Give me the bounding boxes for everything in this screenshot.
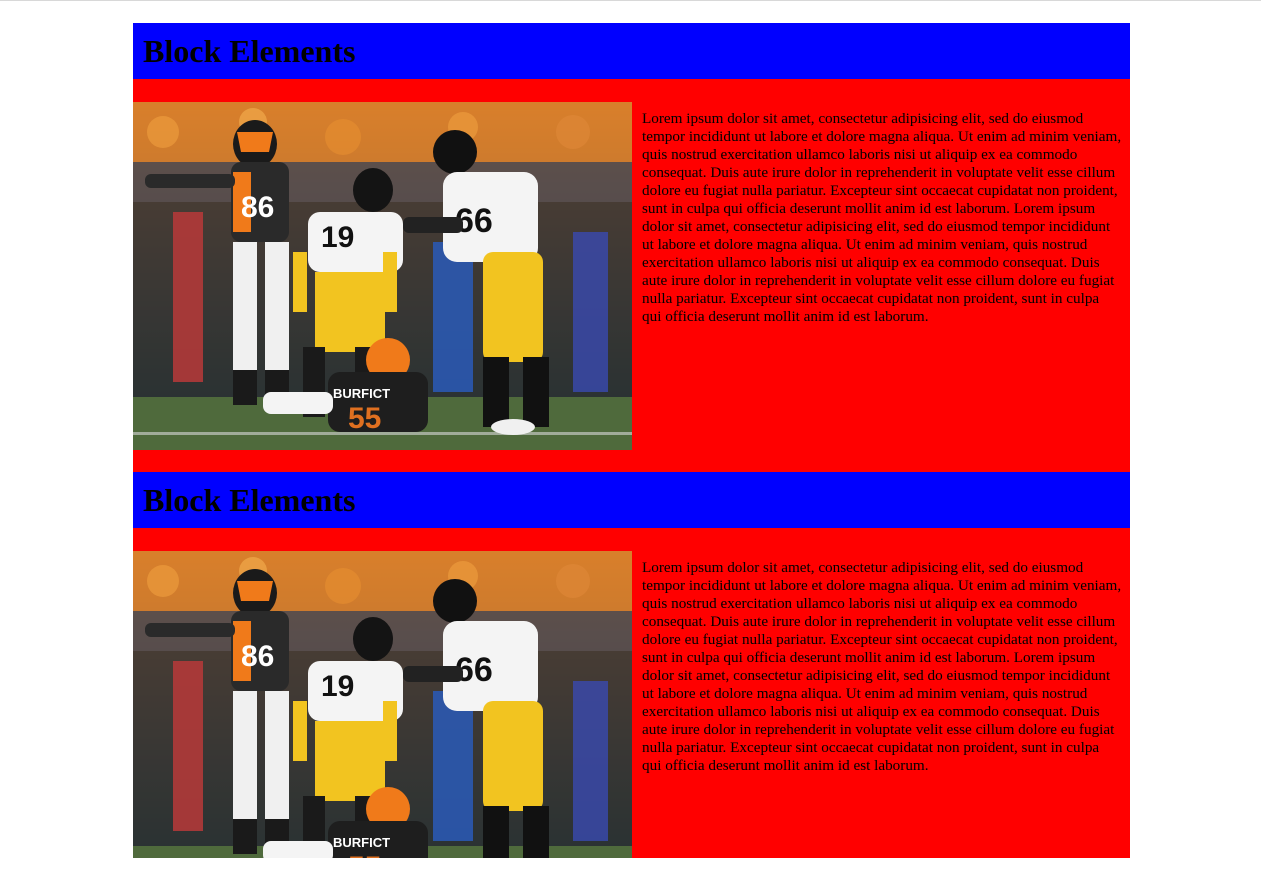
jersey-number: 19: [321, 670, 354, 703]
section-header: Block Elements: [133, 472, 1130, 528]
section-body: 86 19: [133, 79, 1130, 472]
jersey-number: 86: [241, 640, 274, 673]
player-name: BURFICT: [333, 835, 390, 850]
section-body: 86 19: [133, 528, 1130, 858]
jersey-number: 86: [241, 191, 274, 224]
football-photo: 86 19: [133, 102, 632, 450]
top-border-line: [0, 0, 1261, 1]
block-section-2: Block Elements 86 19 66 BURFICT Lorem ip…: [133, 472, 1130, 858]
section-paragraph: Lorem ipsum dolor sit amet, consectetur …: [642, 559, 1122, 774]
section-paragraph: Lorem ipsum dolor sit amet, consectetur …: [642, 110, 1122, 325]
section-header: Block Elements: [133, 23, 1130, 79]
jersey-number: 55: [348, 402, 381, 435]
section-title: Block Elements: [143, 33, 356, 69]
content-container: Block Elements 86 19 66 BURFICT 55 Lorem…: [133, 23, 1130, 858]
section-title: Block Elements: [143, 482, 356, 518]
jersey-number: 55: [348, 851, 381, 858]
block-section-1: Block Elements 86 19 66 BURFICT 55 Lorem…: [133, 23, 1130, 472]
player-name: BURFICT: [333, 386, 390, 401]
jersey-number: 19: [321, 221, 354, 254]
football-photo: 86 19: [133, 551, 632, 858]
